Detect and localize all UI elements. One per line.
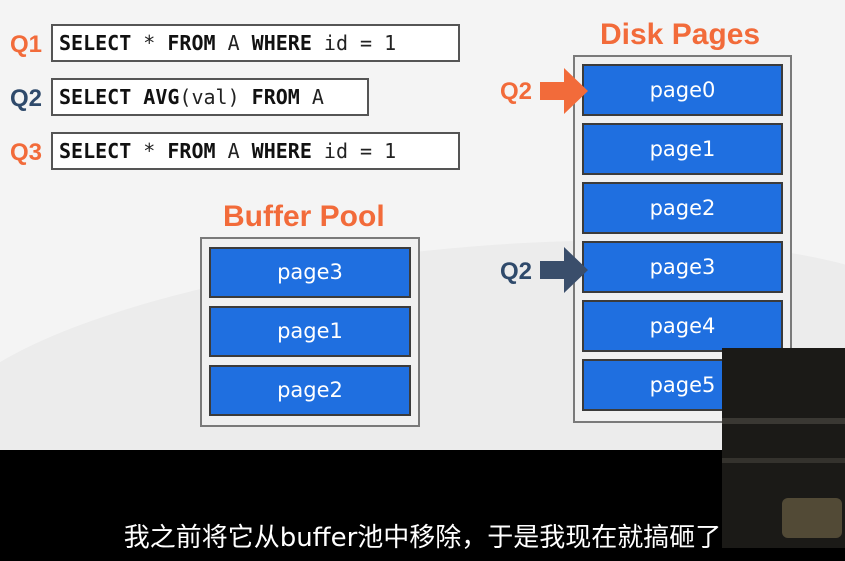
pointer-label-q2-page3: Q2 [500, 258, 533, 285]
buffer-page: page1 [209, 306, 411, 357]
sql-keyword: SELECT [59, 31, 132, 55]
disk-page: page4 [582, 300, 783, 352]
slide: Q1 SELECT * FROM A WHERE id = 1 Q2 SELEC… [0, 0, 845, 450]
disk-page: page0 [582, 64, 783, 116]
disk-page: page1 [582, 123, 783, 175]
buffer-page: page3 [209, 247, 411, 298]
sql-text: * [131, 31, 168, 55]
sql-keyword: WHERE [251, 31, 312, 55]
query-label-q3: Q3 [10, 139, 43, 166]
query-box-q1: SELECT * FROM A WHERE id = 1 [51, 24, 460, 62]
sql-text: * [131, 139, 168, 163]
sql-keyword: FROM [167, 31, 216, 55]
sql-keyword: SELECT [59, 85, 132, 109]
query-box-q2: SELECT AVG(val) FROM A [51, 78, 369, 116]
pointer-arrow-icon [540, 68, 588, 114]
sql-keyword: FROM [167, 139, 216, 163]
sql-text: A [299, 85, 324, 109]
buffer-page: page2 [209, 365, 411, 416]
disk-page: page2 [582, 182, 783, 234]
subtitle-text: 我之前将它从buffer池中移除，于是我现在就搞砸了 [123, 523, 722, 553]
sql-keyword: AVG [143, 85, 180, 109]
sql-keyword: SELECT [59, 139, 132, 163]
sql-text: (val) [179, 85, 252, 109]
disk-page: page3 [582, 241, 783, 293]
sql-text: id = 1 [311, 139, 397, 163]
buffer-pool-title: Buffer Pool [223, 200, 385, 233]
sql-text: A [215, 31, 252, 55]
sql-text: A [215, 139, 252, 163]
disk-pages-title: Disk Pages [600, 18, 761, 51]
query-label-q1: Q1 [10, 31, 43, 58]
query-box-q3: SELECT * FROM A WHERE id = 1 [51, 132, 460, 170]
sql-keyword: WHERE [251, 139, 312, 163]
sql-keyword: FROM [251, 85, 300, 109]
pointer-label-q2-page0: Q2 [500, 78, 533, 105]
sql-text: id = 1 [311, 31, 397, 55]
query-label-q2: Q2 [10, 85, 43, 112]
pointer-arrow-icon [540, 247, 588, 293]
webcam-overlay [722, 348, 845, 548]
